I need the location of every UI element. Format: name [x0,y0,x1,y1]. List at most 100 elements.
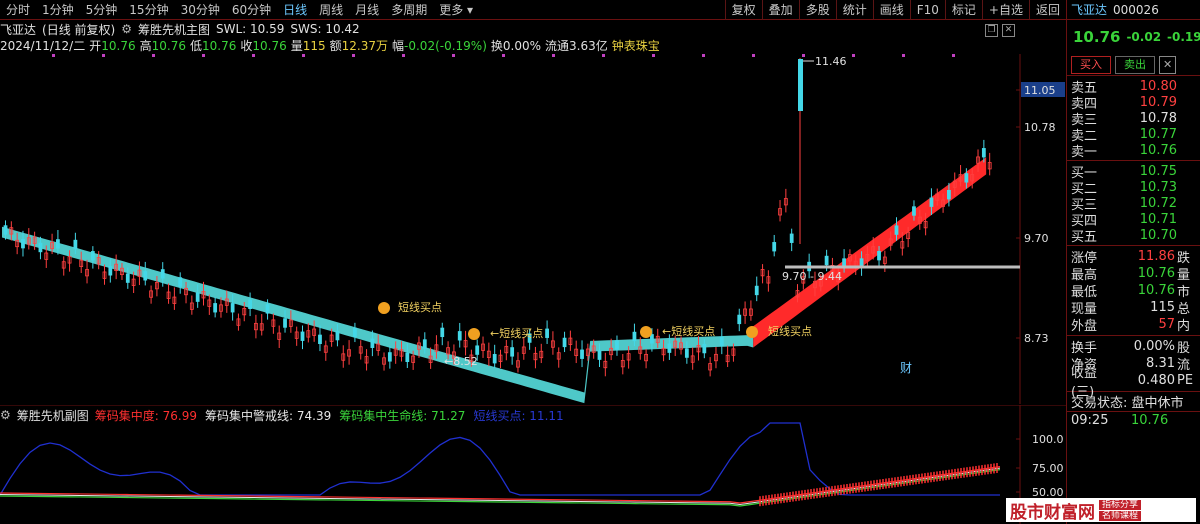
candle-body [56,239,60,249]
watermark-text: 股市财富网 [1010,502,1095,523]
stat-value: 115 [1150,300,1175,315]
timeframe-tab[interactable]: 分时 [0,0,36,20]
signal-dot [352,54,355,57]
candle-body [789,233,794,243]
chart-tool-button[interactable]: 叠加 [761,0,799,20]
candle-body [981,148,986,158]
candle-body [877,250,881,261]
signal-dot [402,54,405,57]
candle-body [667,343,672,353]
main-indicator-name[interactable]: 筹胜先机主图 [138,21,210,38]
order-book-row[interactable]: 买五 10.70 [1067,227,1200,245]
candle-body [650,334,654,344]
stat-suffix: 流 [1177,358,1191,373]
timeframe-tab[interactable]: 月线 [349,0,385,20]
signal-dot [52,54,55,57]
stat-value: 10.76 [1137,283,1175,298]
fundamental-stats: 换手 0.00% 股净资 8.31 流收益(三) 0.480 PE [1067,336,1200,400]
timeframe-tab[interactable]: 15分钟 [123,0,174,20]
buy-signal-label: ←短线买点 [490,326,543,340]
signal-dot [152,54,155,57]
financial-report-marker: 财 [900,361,912,375]
chart-tool-button[interactable]: 返回 [1028,0,1066,20]
candle-body [283,318,287,328]
timeframe-tab[interactable]: 更多 ▾ [433,0,479,20]
sws-value: SWS: 10.42 [290,22,360,36]
quote-stock-code: 000026 [1113,2,1159,17]
candle-body [772,242,777,252]
chip-indicator-chart[interactable]: 100.075.0050.00 [0,405,1066,524]
candle-body [3,225,8,235]
chart-tool-button[interactable]: 标记 [944,0,982,20]
site-watermark: 股市财富网 指标分享 名师课程 [1006,498,1196,523]
order-book-price: 10.76 [1139,142,1177,158]
candle-body [964,173,969,183]
chart-mode[interactable]: (日线 前复权) [42,21,115,38]
timeframe-tab[interactable]: 5分钟 [80,0,124,20]
timeframe-tab[interactable]: 1分钟 [36,0,80,20]
bid-book: 买一 10.75 买二 10.73 买三 10.72 买四 10.71 买五 10.70 [1067,161,1200,246]
open-value: 10.76 [101,38,136,53]
candle-body [597,350,602,360]
timeframe-tab[interactable]: 60分钟 [226,0,277,20]
chart-tool-button[interactable]: +自选 [981,0,1029,20]
timeframe-tab[interactable]: 30分钟 [175,0,226,20]
candle-body [230,303,235,313]
candle-body [912,206,916,216]
stat-row: 涨停 11.86 跌 [1067,248,1200,266]
signal-dot [902,54,905,57]
signal-dot [252,54,255,57]
timeframe-tab[interactable]: 周线 [313,0,349,20]
concept-link[interactable]: 钟表珠宝 [612,37,660,54]
swl-value: SWL: 10.59 [215,22,285,36]
change-value: -0.02(-0.19%) [404,38,487,53]
ohlc-line: 2024/11/12/二 开10.76 高10.76 低10.76 收10.76… [0,37,660,53]
buy-button[interactable]: 买入 [1071,55,1111,74]
candlestick-chart[interactable]: 11.05 10.78 9.70 8.73 11.46 ←8.52 9.70 - 9.44 短… [0,54,1066,404]
order-book-price: 10.79 [1139,94,1177,110]
stat-row: 换手 0.00% 股 [1067,338,1200,356]
timeframe-tab[interactable]: 多周期 [385,0,433,20]
close-panel-button[interactable]: ✕ [1159,55,1177,74]
signal-dot [802,54,805,57]
candle-body [387,352,392,362]
sell-button[interactable]: 卖出 [1115,55,1155,74]
close-icon[interactable]: ✕ [1002,24,1015,37]
buy-signal-icon [468,328,480,340]
order-book-price: 10.73 [1139,179,1177,195]
chart-tool-button[interactable]: F10 [909,0,945,20]
low-price-label: ←8.52 [444,355,478,368]
order-book-row[interactable]: 卖一 10.76 [1067,142,1200,160]
chart-tool-button[interactable]: 统计 [835,0,873,20]
stat-value: 8.31 [1146,356,1175,371]
signal-dot [852,54,855,57]
quote-panel: 飞亚达 000026 10.76 -0.02 -0.19% 买入 卖出 ✕ 卖五… [1066,0,1200,524]
gear-icon[interactable]: ⚙ [121,22,132,36]
restore-icon[interactable]: ❐ [985,24,998,37]
chart-tool-button[interactable]: 复权 [724,0,762,20]
chart-tool-button[interactable]: 多股 [798,0,836,20]
low-value: 10.76 [201,38,237,53]
quote-header: 飞亚达 000026 [1067,0,1200,20]
candle-body [947,189,951,200]
high-label: 高 [139,38,152,53]
close-label: 收 [240,38,253,53]
trend-ribbon-red [753,157,987,348]
stat-suffix: 内 [1177,319,1191,334]
candle-body [125,273,130,283]
candle-body [492,354,497,364]
order-book-price: 10.78 [1139,110,1177,126]
price-change: -0.02 [1126,30,1162,44]
buy-signal-label: 短线买点 [768,324,812,338]
candle-body [160,269,165,279]
chart-title-line: 飞亚达 (日线 前复权) ⚙ 筹胜先机主图 SWL: 10.59 SWS: 10… [0,21,360,37]
y-axis-label: 8.73 [1024,332,1049,345]
candle-body [562,337,567,348]
candle-body [300,331,305,341]
candle-body [719,336,724,346]
signal-dot [602,54,605,57]
candle-body [248,299,252,309]
timeframe-tab[interactable]: 日线 [277,0,313,20]
chart-tool-button[interactable]: 画线 [872,0,910,20]
candle-body [545,328,549,338]
